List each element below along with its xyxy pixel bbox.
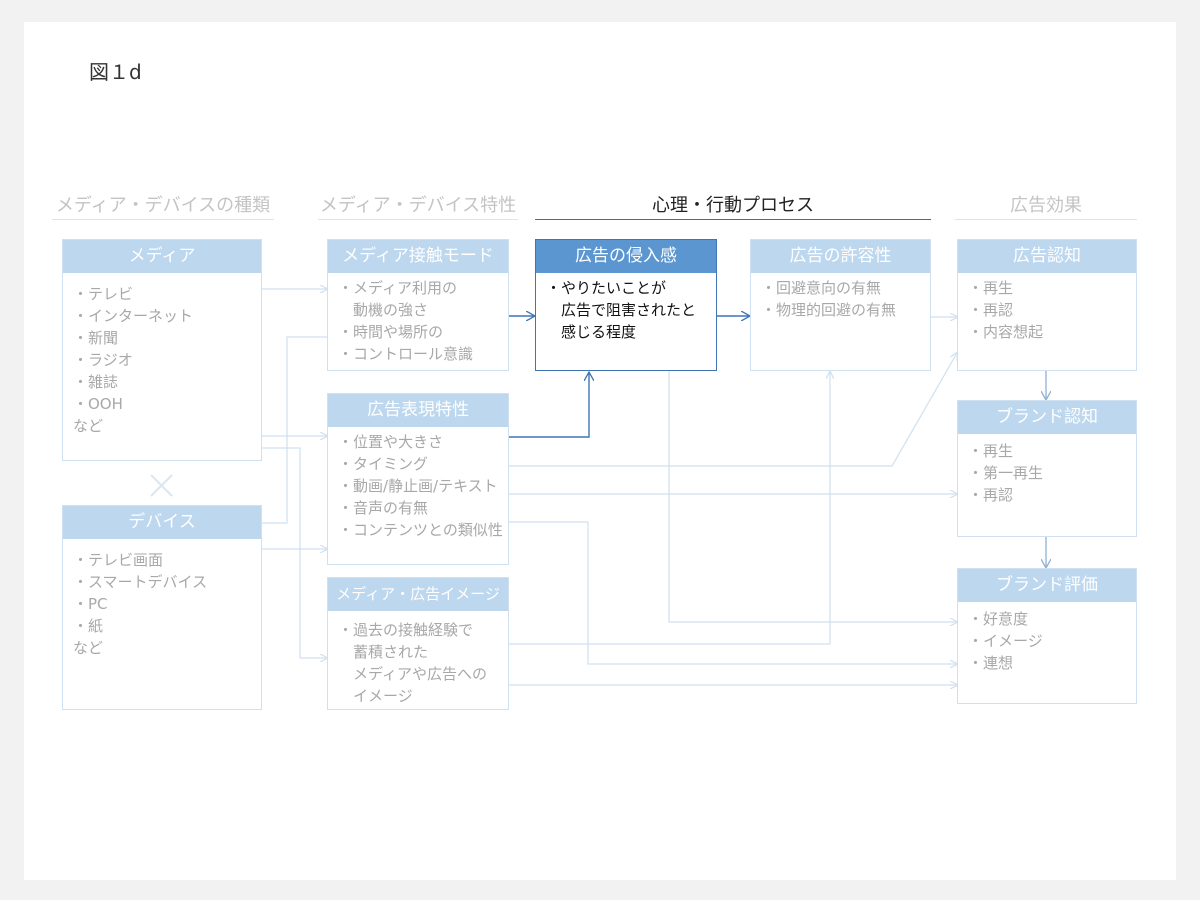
list-item: ・ラジオ: [73, 351, 133, 369]
list-item: ・再生: [968, 279, 1014, 297]
connector-media-to-media-image: [262, 447, 327, 658]
list-item: ・インターネット: [73, 307, 194, 325]
list-item: 蓄積された: [338, 643, 429, 661]
list-item: 動機の強さ: [338, 301, 429, 319]
media-image-box-list: ・過去の接触経験で 蓄積された メディアや広告への イメージ: [328, 611, 508, 707]
list-item: ・再生: [968, 442, 1014, 460]
ad-expression-box-title: 広告表現特性: [328, 394, 508, 427]
ad-expression-box: 広告表現特性 ・位置や大きさ ・タイミング ・動画/静止画/テキスト ・音声の有…: [327, 393, 509, 565]
list-item: ・PC: [73, 595, 108, 613]
tolerance-box-list: ・回避意向の有無 ・物理的回避の有無: [751, 273, 930, 321]
device-box: デバイス ・テレビ画面 ・スマートデバイス ・PC ・紙 など: [62, 505, 262, 710]
list-item: ・コンテンツとの類似性: [338, 521, 503, 539]
list-item: ・テレビ画面: [73, 551, 164, 569]
connector-expression-to-brand-evaluation: [509, 521, 957, 664]
list-item: ・OOH: [73, 395, 123, 413]
brand-evaluation-box-title: ブランド評価: [958, 569, 1136, 602]
list-item: イメージ: [338, 687, 413, 705]
list-item: ・コントロール意識: [338, 345, 474, 363]
list-item: ・雑誌: [73, 373, 119, 391]
intrusiveness-box: 広告の侵入感 ・やりたいことが 広告で阻害されたと 感じる程度: [535, 239, 717, 371]
intrusiveness-box-list: ・やりたいことが 広告で阻害されたと 感じる程度: [536, 273, 716, 343]
media-box: メディア ・テレビ ・インターネット ・新聞 ・ラジオ ・雑誌 ・OOH など: [62, 239, 262, 461]
list-item: ・第一再生: [968, 464, 1044, 482]
list-item: ・時間や場所の: [338, 323, 444, 341]
list-item: ・過去の接触経験で: [338, 621, 474, 639]
ad-awareness-box: 広告認知 ・再生 ・再認 ・内容想起: [957, 239, 1137, 371]
ad-expression-box-list: ・位置や大きさ ・タイミング ・動画/静止画/テキスト ・音声の有無 ・コンテン…: [328, 427, 508, 541]
brand-awareness-box-title: ブランド認知: [958, 401, 1136, 434]
list-item: ・好意度: [968, 610, 1029, 628]
connector-expression-to-intrusiveness: [509, 372, 589, 438]
media-image-box-title: メディア・広告イメージ: [328, 578, 508, 611]
contact-mode-box-list: ・メディア利用の 動機の強さ ・時間や場所の ・コントロール意識: [328, 273, 508, 365]
contact-mode-box-title: メディア接触モード: [328, 240, 508, 273]
media-box-title: メディア: [63, 240, 261, 273]
list-item: ・連想: [968, 654, 1014, 672]
list-item: メディアや広告への: [338, 665, 487, 683]
list-item: ・位置や大きさ: [338, 433, 444, 451]
contact-mode-box: メディア接触モード ・メディア利用の 動機の強さ ・時間や場所の ・コントロール…: [327, 239, 509, 371]
list-item: ・メディア利用の: [338, 279, 457, 297]
tolerance-box: 広告の許容性 ・回避意向の有無 ・物理的回避の有無: [750, 239, 931, 371]
list-item: ・物理的回避の有無: [761, 301, 897, 319]
list-item: ・動画/静止画/テキスト: [338, 477, 498, 495]
list-item: ・再認: [968, 486, 1014, 504]
device-box-list: ・テレビ画面 ・スマートデバイス ・PC ・紙 など: [63, 539, 261, 659]
list-item: ・回避意向の有無: [761, 279, 882, 297]
list-item: ・やりたいことが: [546, 279, 667, 297]
brand-awareness-box-list: ・再生 ・第一再生 ・再認: [958, 434, 1136, 506]
media-image-box: メディア・広告イメージ ・過去の接触経験で 蓄積された メディアや広告への イメ…: [327, 577, 509, 710]
connector-device-to-contact-mode: [262, 336, 327, 524]
intrusiveness-box-title: 広告の侵入感: [536, 240, 716, 273]
list-item: 広告で阻害されたと: [546, 301, 697, 319]
list-item: ・スマートデバイス: [73, 573, 208, 591]
list-item: など: [73, 639, 104, 657]
list-item: 感じる程度: [546, 323, 637, 341]
ad-awareness-box-title: 広告認知: [958, 240, 1136, 273]
brand-evaluation-box-list: ・好意度 ・イメージ ・連想: [958, 602, 1136, 674]
brand-awareness-box: ブランド認知 ・再生 ・第一再生 ・再認: [957, 400, 1137, 537]
cross-icon: [150, 474, 173, 497]
list-item: ・テレビ: [73, 285, 134, 303]
connector-intrusiveness-to-brand-evaluation: [668, 371, 957, 622]
list-item: ・新聞: [73, 329, 119, 347]
brand-evaluation-box: ブランド評価 ・好意度 ・イメージ ・連想: [957, 568, 1137, 704]
media-box-list: ・テレビ ・インターネット ・新聞 ・ラジオ ・雑誌 ・OOH など: [63, 273, 261, 437]
list-item: ・タイミング: [338, 455, 429, 473]
list-item: ・内容想起: [968, 323, 1044, 341]
device-box-title: デバイス: [63, 506, 261, 539]
ad-awareness-box-list: ・再生 ・再認 ・内容想起: [958, 273, 1136, 343]
list-item: ・イメージ: [968, 632, 1043, 650]
list-item: など: [73, 417, 104, 435]
list-item: ・紙: [73, 617, 104, 635]
tolerance-box-title: 広告の許容性: [751, 240, 930, 273]
list-item: ・再認: [968, 301, 1014, 319]
list-item: ・音声の有無: [338, 499, 429, 517]
